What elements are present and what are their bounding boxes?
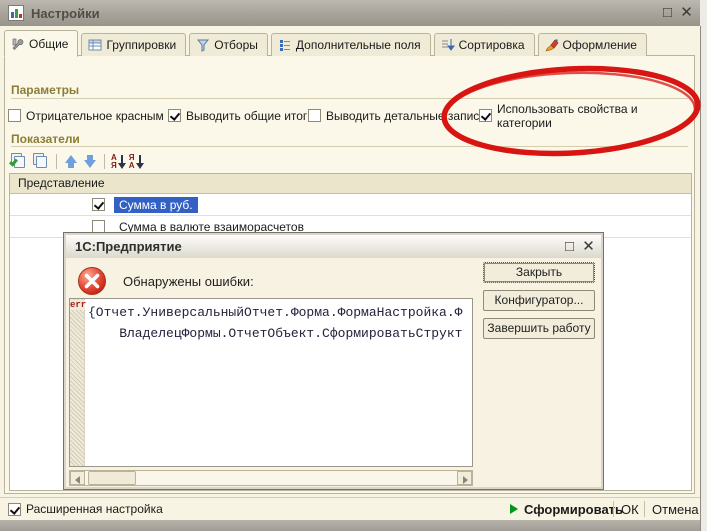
scroll-left-icon[interactable]: [70, 471, 85, 485]
checkbox-box: [8, 109, 21, 122]
move-up-icon[interactable]: [63, 153, 79, 170]
appearance-icon: [545, 38, 559, 52]
shutdown-button[interactable]: Завершить работу: [483, 318, 595, 339]
down-arrow-glyph: [136, 155, 144, 170]
titlebar: Настройки □ ✕: [0, 0, 700, 26]
checkbox-box: [308, 109, 321, 122]
checkbox-use-properties-categories[interactable]: Использовать свойства и категории: [479, 108, 694, 123]
scrollbar-thumb[interactable]: [88, 471, 136, 485]
checkbox-negative-in-red[interactable]: Отрицательное красным: [8, 108, 164, 123]
sort-descending-icon[interactable]: ЯА: [129, 152, 144, 170]
ok-button[interactable]: ОК: [621, 502, 639, 517]
sort-letter: Я: [111, 162, 117, 170]
close-button[interactable]: ✕: [677, 0, 696, 26]
code-line: {Отчет.УниверсальныйОтчет.Форма.ФормаНас…: [88, 305, 462, 320]
horizontal-scrollbar[interactable]: [69, 470, 473, 486]
window-title: Настройки: [31, 6, 100, 21]
dialog-title: 1С:Предприятие: [75, 239, 182, 254]
error-code-area[interactable]: err {Отчет.УниверсальныйОтчет.Форма.Форм…: [69, 298, 473, 467]
tab-general[interactable]: Общие: [4, 30, 78, 57]
tab-label: Сортировка: [459, 38, 525, 52]
row-label: Сумма в руб.: [114, 197, 198, 213]
tab-bar: Общие Группировки Отборы Дополнительные …: [4, 28, 690, 56]
error-dialog: 1С:Предприятие □ ✕ Обнаружены ошибки:: [63, 232, 604, 490]
tab-label: Дополнительные поля: [296, 38, 421, 52]
checkbox-show-detail-records[interactable]: Выводить детальные записи: [308, 108, 486, 123]
code-line: ВладелецФормы.ОтчетОбъект.СформироватьСт…: [88, 326, 462, 341]
window-right-edge: [700, 26, 707, 531]
row-checkbox[interactable]: [92, 198, 105, 211]
checkbox-box: [8, 503, 21, 516]
tab-label: Отборы: [214, 38, 258, 52]
divider: [11, 146, 688, 147]
checkbox-box: [479, 109, 492, 122]
checkbox-box: [168, 109, 181, 122]
sort-ascending-icon[interactable]: АЯ: [111, 152, 126, 170]
separator: [644, 501, 645, 517]
window-bottom-edge: [0, 520, 700, 531]
tab-label: Оформление: [563, 38, 637, 52]
sorting-icon: [441, 38, 455, 52]
cancel-button[interactable]: Отмена: [652, 502, 699, 517]
indicators-toolbar: АЯ ЯА: [9, 151, 144, 171]
toolbar-separator: [104, 154, 105, 169]
tab-sorting[interactable]: Сортировка: [434, 33, 535, 56]
report-icon: [8, 5, 24, 21]
grouping-icon: [88, 38, 102, 52]
tools-icon: [11, 37, 25, 51]
configurator-button[interactable]: Конфигуратор...: [483, 290, 595, 311]
filter-icon: [196, 38, 210, 52]
checkbox-show-grand-totals[interactable]: Выводить общие итоги: [168, 108, 314, 123]
tab-groupings[interactable]: Группировки: [81, 33, 186, 56]
checkbox-label: Выводить детальные записи: [326, 109, 486, 123]
close-error-button[interactable]: Закрыть: [483, 262, 595, 283]
dialog-maximize-button[interactable]: □: [560, 235, 579, 258]
separator: [613, 501, 614, 517]
generate-button[interactable]: Сформировать: [524, 502, 623, 517]
error-message: Обнаружены ошибки:: [123, 274, 254, 289]
generate-play-icon: [510, 504, 518, 514]
checkbox-label: Отрицательное красным: [26, 109, 164, 123]
uncheck-all-icon[interactable]: [31, 152, 50, 170]
sort-letter: А: [129, 162, 135, 170]
divider: [11, 98, 688, 99]
table-row[interactable]: Сумма в руб.: [10, 194, 691, 216]
tab-appearance[interactable]: Оформление: [538, 33, 647, 56]
checkbox-label: Расширенная настройка: [26, 502, 163, 516]
check-all-icon[interactable]: [9, 152, 28, 170]
tab-label: Общие: [29, 37, 68, 51]
tab-filters[interactable]: Отборы: [189, 33, 268, 56]
move-down-icon[interactable]: [82, 153, 98, 170]
indicators-section-title: Показатели: [11, 132, 80, 146]
down-arrow-glyph: [118, 155, 126, 170]
footer-bar: Расширенная настройка Сформировать ОК От…: [0, 497, 700, 520]
error-line-marker: err: [70, 300, 85, 310]
screen: Настройки □ ✕ Общие Группировки Отборы: [0, 0, 707, 531]
scroll-right-icon[interactable]: [457, 471, 472, 485]
error-icon: [77, 266, 107, 296]
error-code-text: {Отчет.УниверсальныйОтчет.Форма.ФормаНас…: [88, 302, 472, 466]
error-margin-strip: [70, 299, 85, 466]
table-header: Представление: [10, 174, 691, 194]
maximize-button[interactable]: □: [658, 0, 677, 26]
dialog-close-icon[interactable]: ✕: [579, 235, 598, 258]
tab-label: Группировки: [106, 38, 176, 52]
additional-fields-icon: [278, 38, 292, 52]
checkbox-label: Выводить общие итоги: [186, 109, 314, 123]
toolbar-separator: [56, 154, 57, 169]
parameters-section-title: Параметры: [11, 83, 79, 97]
checkbox-advanced-settings[interactable]: Расширенная настройка: [8, 502, 163, 516]
tab-additional-fields[interactable]: Дополнительные поля: [271, 33, 431, 56]
checkbox-label: Использовать свойства и категории: [497, 102, 694, 130]
dialog-titlebar: 1С:Предприятие □ ✕: [66, 235, 601, 258]
